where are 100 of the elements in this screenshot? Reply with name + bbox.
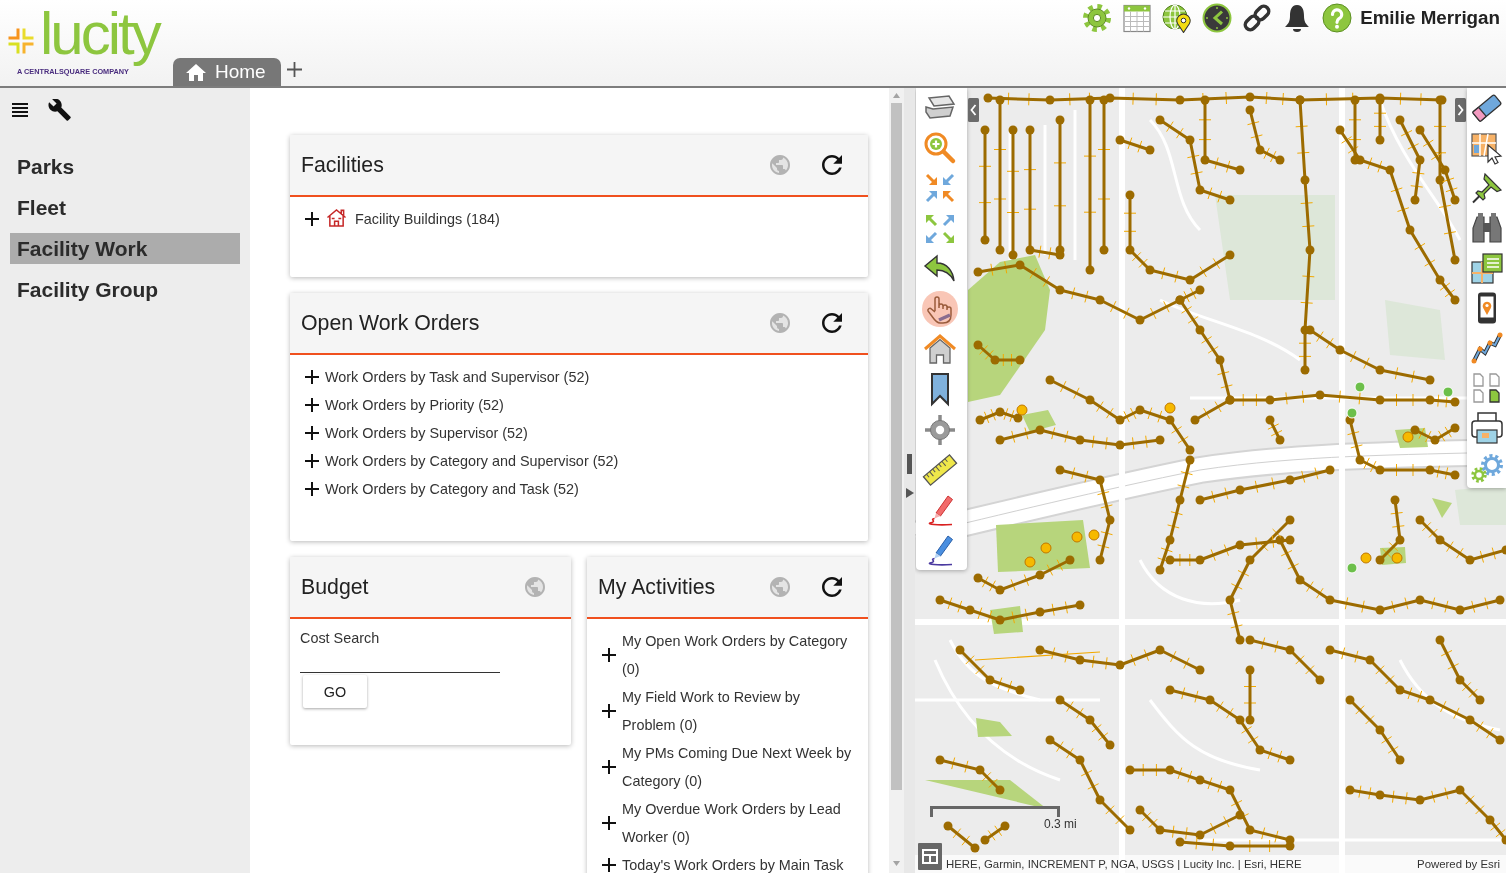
plus-icon[interactable] — [305, 212, 319, 226]
refresh-icon[interactable] — [822, 313, 842, 333]
query-link[interactable]: My Open Work Orders by Category (0) — [622, 627, 856, 683]
map-cursor-icon[interactable] — [1469, 131, 1504, 165]
globe-pin-icon[interactable] — [1162, 3, 1193, 33]
scrollbar-thumb[interactable] — [891, 103, 902, 790]
pipe-line[interactable] — [1245, 105, 1285, 165]
plus-icon[interactable] — [602, 858, 616, 872]
marker-icon[interactable] — [1071, 531, 1083, 543]
pipe-line[interactable] — [1083, 95, 1097, 275]
credit-text[interactable]: Powered by Esri — [1417, 858, 1500, 870]
query-link[interactable]: Work Orders by Category and Task (52) — [325, 475, 579, 503]
route-line-icon[interactable] — [1469, 331, 1504, 365]
pipe-line[interactable] — [980, 821, 1010, 845]
pipe-line[interactable] — [1175, 836, 1295, 853]
pipe-line[interactable] — [1265, 415, 1285, 445]
pipe-line[interactable] — [1125, 763, 1295, 845]
pipe-line[interactable] — [993, 95, 1007, 255]
refresh-icon[interactable] — [822, 577, 842, 597]
plus-icon[interactable] — [305, 398, 319, 412]
pipe-line[interactable] — [1055, 695, 1115, 750]
marker-icon[interactable] — [1088, 529, 1100, 541]
help-icon[interactable] — [1322, 3, 1353, 33]
plus-icon[interactable] — [305, 370, 319, 384]
query-link[interactable]: Today's Work Orders by Main Task — [622, 851, 844, 873]
layer-link[interactable]: Facility Buildings (184) — [355, 205, 500, 233]
user-name[interactable]: Emilie Merrigan — [1360, 7, 1500, 29]
splitter-handle[interactable] — [907, 453, 912, 474]
plus-icon[interactable] — [305, 454, 319, 468]
pipe-line[interactable] — [1045, 375, 1195, 455]
pipe-line[interactable] — [1155, 455, 1195, 575]
plus-icon[interactable] — [602, 648, 616, 662]
plus-icon[interactable] — [286, 62, 302, 77]
pipe-line[interactable] — [995, 425, 1165, 450]
pipe-line[interactable] — [973, 260, 1205, 325]
plus-icon[interactable] — [305, 482, 319, 496]
marker-icon[interactable] — [1024, 556, 1036, 568]
printer-icon[interactable] — [1469, 411, 1504, 445]
triangle-right-icon[interactable] — [905, 487, 914, 498]
pipe-line[interactable] — [973, 555, 1075, 595]
query-link[interactable]: Work Orders by Task and Supervisor (52) — [325, 363, 590, 391]
query-link[interactable]: My Overdue Work Orders by Lead Worker (0) — [622, 795, 856, 851]
pipe-line[interactable] — [1045, 735, 1135, 835]
clock-icon[interactable] — [1202, 3, 1233, 33]
pipe-line[interactable] — [1123, 190, 1235, 285]
query-link[interactable]: Work Orders by Priority (52) — [325, 391, 504, 419]
pipe-line[interactable] — [1395, 115, 1425, 205]
pipe-line[interactable] — [1006, 125, 1020, 260]
binoculars-icon[interactable] — [1469, 211, 1504, 245]
pipe-line[interactable] — [1243, 665, 1257, 725]
pipe-line[interactable] — [1433, 95, 1460, 265]
query-link[interactable]: My Field Work to Review by Problem (0) — [622, 683, 856, 739]
pipe-line[interactable] — [1190, 390, 1460, 425]
pipe-line[interactable] — [1345, 785, 1506, 845]
chevron-left-icon[interactable] — [968, 98, 979, 122]
pipe-line[interactable] — [1305, 325, 1435, 385]
menu-icon[interactable] — [12, 102, 28, 117]
scrollbar-track[interactable] — [889, 88, 904, 873]
nav-item[interactable]: Facility Work — [10, 233, 240, 264]
query-link[interactable]: My PMs Coming Due Next Week by Category (0) — [622, 739, 856, 795]
pipe-line[interactable] — [1345, 695, 1405, 765]
pipe-line[interactable] — [1115, 135, 1155, 155]
pipe-line[interactable] — [1325, 645, 1505, 745]
pipe-line[interactable] — [1435, 635, 1485, 705]
link-icon[interactable] — [1242, 3, 1273, 33]
pipe-line[interactable] — [1053, 115, 1067, 255]
pipe-line[interactable] — [1198, 95, 1245, 175]
pipe-line[interactable] — [1345, 415, 1460, 480]
pipe-line[interactable] — [1410, 423, 1460, 445]
pipe-line[interactable] — [1415, 515, 1506, 565]
pipe-line[interactable] — [1097, 95, 1111, 255]
pipe-line[interactable] — [1245, 635, 1325, 685]
marker-icon[interactable] — [1402, 431, 1414, 443]
plus-icon[interactable] — [602, 816, 616, 830]
pipe-line[interactable] — [973, 340, 1025, 367]
refresh-icon[interactable] — [822, 155, 842, 175]
plus-icon[interactable] — [602, 704, 616, 718]
pipe-line[interactable] — [955, 645, 1025, 695]
hand-icon[interactable] — [921, 290, 958, 327]
calendar-icon[interactable] — [1122, 3, 1153, 33]
go-button[interactable]: GO — [303, 675, 367, 708]
pipe-line[interactable] — [1165, 535, 1295, 567]
pipe-line[interactable] — [1135, 805, 1245, 840]
gear-icon[interactable] — [1082, 3, 1113, 33]
service-line[interactable] — [974, 651, 1101, 661]
plus-icon[interactable] — [305, 426, 319, 440]
pipe-line[interactable] — [1165, 685, 1295, 765]
pipe-line[interactable] — [978, 125, 992, 245]
pipe-line[interactable] — [1155, 115, 1235, 205]
pipe-line[interactable] — [1055, 465, 1115, 565]
marker-icon[interactable] — [1164, 402, 1176, 414]
pipe-line[interactable] — [1225, 515, 1295, 645]
layout-grid-icon[interactable] — [918, 843, 942, 870]
marker-icon[interactable] — [1016, 404, 1028, 416]
pipe-line[interactable] — [935, 755, 1005, 795]
marker-icon[interactable] — [1391, 552, 1403, 564]
wrench-icon[interactable] — [48, 98, 71, 121]
pipe-line[interactable] — [935, 595, 1085, 625]
pipe-line[interactable] — [1375, 495, 1405, 565]
pipe-line[interactable] — [1035, 645, 1205, 675]
